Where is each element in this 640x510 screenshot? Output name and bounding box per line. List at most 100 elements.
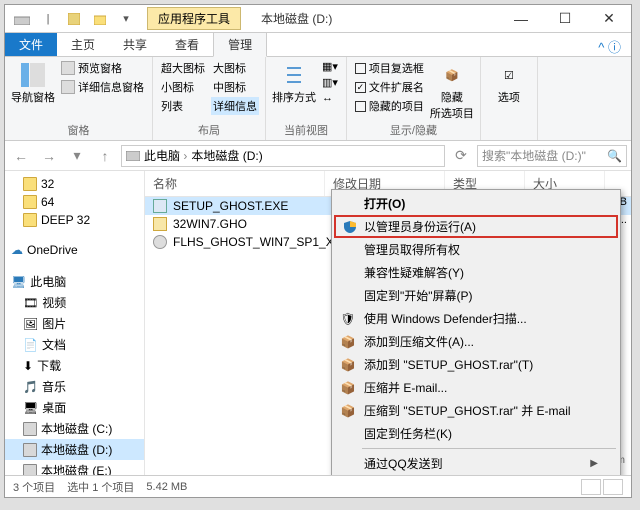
tree-folder-deep32[interactable]: DEEP 32: [5, 211, 144, 229]
ctx-add-archive[interactable]: 📦添加到压缩文件(A)...: [334, 330, 618, 353]
status-bar: 3 个项目 选中 1 个项目 5.42 MB: [5, 475, 631, 497]
col-name[interactable]: 名称: [145, 171, 325, 196]
checkbox-file-ext[interactable]: ✓文件扩展名: [353, 78, 426, 96]
drive-icon: [23, 443, 37, 457]
preview-pane-button[interactable]: 预览窗格: [59, 59, 146, 77]
group-showhide-label: 显示/隐藏: [353, 121, 474, 138]
tree-downloads[interactable]: ⬇下载: [5, 355, 144, 376]
maximize-button[interactable]: ☐: [543, 5, 587, 33]
options-label: 选项: [498, 89, 520, 105]
close-button[interactable]: ✕: [587, 5, 631, 33]
status-selected: 选中 1 个项目: [67, 479, 134, 495]
ctx-pin-start[interactable]: 固定到"开始"屏幕(P): [334, 284, 618, 307]
drive-icon: [23, 464, 37, 476]
tree-this-pc[interactable]: 🖥此电脑: [5, 271, 144, 292]
tree-music[interactable]: 🎵音乐: [5, 376, 144, 397]
rar-icon: 📦: [340, 334, 356, 350]
ctx-compress-email[interactable]: 📦压缩并 E-mail...: [334, 376, 618, 399]
ctx-pin-taskbar[interactable]: 固定到任务栏(K): [334, 422, 618, 445]
tree-drive-d[interactable]: 本地磁盘 (D:): [5, 439, 144, 460]
hide-selected-label: 隐藏 所选项目: [430, 89, 474, 121]
view-large[interactable]: 大图标: [211, 59, 259, 77]
options-button[interactable]: ☑ 选项: [487, 59, 531, 105]
tree-documents[interactable]: 📄文档: [5, 334, 144, 355]
view-medium[interactable]: 中图标: [211, 78, 259, 96]
computer-icon: 🖥: [11, 275, 26, 289]
tree-drive-c[interactable]: 本地磁盘 (C:): [5, 418, 144, 439]
folder-icon: [23, 195, 37, 209]
drive-icon: [23, 422, 37, 436]
search-input[interactable]: 搜索"本地磁盘 (D:)" 🔍: [477, 145, 627, 167]
video-icon: 🎞: [23, 296, 38, 310]
ctx-defender-scan[interactable]: 🛡使用 Windows Defender扫描...: [334, 307, 618, 330]
view-thumbnails-button[interactable]: [603, 479, 623, 495]
tree-videos[interactable]: 🎞视频: [5, 292, 144, 313]
qat-separator: |: [37, 8, 59, 30]
folder-icon: [23, 213, 37, 227]
minimize-button[interactable]: —: [499, 5, 543, 33]
checkbox-hidden-items[interactable]: 隐藏的项目: [353, 97, 426, 115]
tree-folder-32[interactable]: 32: [5, 175, 144, 193]
drive-icon: [126, 151, 140, 161]
view-details[interactable]: 详细信息: [211, 97, 259, 115]
details-pane-button[interactable]: 详细信息窗格: [59, 78, 146, 96]
tree-drive-e[interactable]: 本地磁盘 (E:): [5, 460, 144, 475]
ctx-compress-rar-email[interactable]: 📦压缩到 "SETUP_GHOST.rar" 并 E-mail: [334, 399, 618, 422]
tab-home[interactable]: 主页: [57, 33, 109, 56]
ctx-admin-ownership[interactable]: 管理员取得所有权: [334, 238, 618, 261]
tree-desktop[interactable]: 🖥桌面: [5, 397, 144, 418]
group-by-button[interactable]: ▦▾: [320, 59, 340, 74]
tab-share[interactable]: 共享: [109, 33, 161, 56]
add-columns-button[interactable]: ▥▾: [320, 75, 340, 90]
tree-onedrive[interactable]: ☁OneDrive: [5, 241, 144, 259]
view-extra-large[interactable]: 超大图标: [159, 59, 207, 77]
hide-selected-button[interactable]: 📦 隐藏 所选项目: [430, 59, 474, 121]
nav-pane-button[interactable]: 导航窗格: [11, 59, 55, 105]
ctx-open[interactable]: 打开(O): [334, 192, 618, 215]
download-icon: ⬇: [23, 359, 33, 373]
crumb-drive[interactable]: 本地磁盘 (D:): [191, 147, 262, 164]
qat-properties-icon[interactable]: [63, 8, 85, 30]
qat-new-folder-icon[interactable]: [89, 8, 111, 30]
size-columns-button[interactable]: ↔: [320, 91, 340, 105]
refresh-button[interactable]: ⟳: [449, 144, 473, 168]
view-list[interactable]: 列表: [159, 97, 207, 115]
window-title: 本地磁盘 (D:): [261, 10, 332, 27]
nav-tree[interactable]: 32 64 DEEP 32 ☁OneDrive 🖥此电脑 🎞视频 🖼图片 📄文档…: [5, 171, 145, 475]
breadcrumb[interactable]: 此电脑 本地磁盘 (D:): [121, 145, 445, 167]
ctx-compat-troubleshoot[interactable]: 兼容性疑难解答(Y): [334, 261, 618, 284]
tab-manage[interactable]: 管理: [213, 32, 267, 57]
tree-folder-64[interactable]: 64: [5, 193, 144, 211]
ctx-add-rar[interactable]: 📦添加到 "SETUP_GHOST.rar"(T): [334, 353, 618, 376]
ribbon-help-icon[interactable]: ^ ⓘ: [588, 37, 631, 56]
defender-icon: 🛡: [340, 311, 356, 327]
cloud-icon: ☁: [11, 243, 23, 257]
tab-view[interactable]: 查看: [161, 33, 213, 56]
ctx-send-qq[interactable]: 通过QQ发送到▶: [334, 452, 618, 475]
ribbon-tabs: 文件 主页 共享 查看 管理 ^ ⓘ: [5, 33, 631, 57]
search-placeholder: 搜索"本地磁盘 (D:)": [482, 147, 586, 164]
checkbox-item-checkboxes[interactable]: 项目复选框: [353, 59, 426, 77]
tab-file[interactable]: 文件: [5, 33, 57, 56]
status-size: 5.42 MB: [146, 481, 187, 493]
ctx-run-as-admin[interactable]: 以管理员身份运行(A): [334, 215, 618, 238]
sort-by-label: 排序方式: [272, 89, 316, 105]
group-panes-label: 窗格: [11, 121, 146, 138]
menu-separator: [362, 448, 616, 449]
crumb-root[interactable]: 此电脑: [144, 147, 187, 164]
view-small[interactable]: 小图标: [159, 78, 207, 96]
forward-button[interactable]: →: [37, 144, 61, 168]
tree-pictures[interactable]: 🖼图片: [5, 313, 144, 334]
folder-icon: [23, 177, 37, 191]
back-button[interactable]: ←: [9, 144, 33, 168]
address-bar: ← → ▾ ↑ 此电脑 本地磁盘 (D:) ⟳ 搜索"本地磁盘 (D:)" 🔍: [5, 141, 631, 171]
picture-icon: 🖼: [23, 317, 38, 331]
exe-icon: [153, 199, 167, 213]
recent-dropdown[interactable]: ▾: [65, 144, 89, 168]
search-icon: 🔍: [607, 149, 622, 163]
sort-by-button[interactable]: 排序方式: [272, 59, 316, 105]
music-icon: 🎵: [23, 380, 38, 394]
view-details-button[interactable]: [581, 479, 601, 495]
qat-dropdown-icon[interactable]: ▾: [115, 8, 137, 30]
up-button[interactable]: ↑: [93, 144, 117, 168]
